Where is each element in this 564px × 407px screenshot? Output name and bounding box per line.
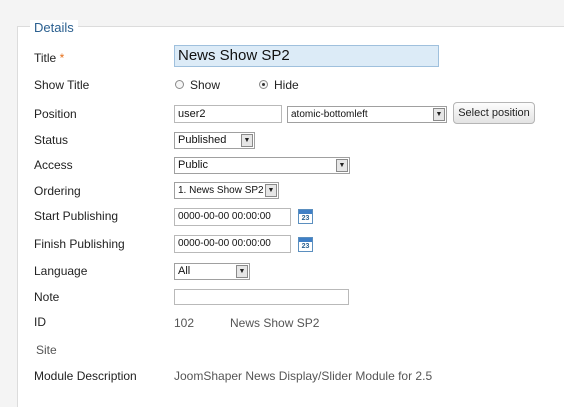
module-description-label: Module Description xyxy=(34,369,137,383)
start-calendar-icon[interactable]: 23 xyxy=(298,209,313,224)
finish-calendar-icon[interactable]: 23 xyxy=(298,237,313,252)
position-select[interactable]: atomic-bottomleft ▼ xyxy=(287,106,447,123)
required-mark: * xyxy=(59,51,65,65)
id-value: 102 xyxy=(174,316,195,330)
position-select-value: atomic-bottomleft xyxy=(291,109,368,120)
title-input[interactable]: News Show SP2 xyxy=(174,45,439,67)
id-label: ID xyxy=(34,315,46,329)
start-publishing-input[interactable]: 0000-00-00 00:00:00 xyxy=(174,208,291,226)
status-select[interactable]: Published ▼ xyxy=(174,132,255,149)
start-publishing-label: Start Publishing xyxy=(34,209,119,223)
access-label: Access xyxy=(34,158,73,172)
access-select[interactable]: Public ▼ xyxy=(174,157,350,174)
note-input[interactable] xyxy=(174,289,349,305)
select-position-button[interactable]: Select position xyxy=(453,102,535,124)
note-label: Note xyxy=(34,290,60,304)
chevron-down-icon: ▼ xyxy=(336,159,348,172)
finish-publishing-label: Finish Publishing xyxy=(34,237,125,251)
position-input[interactable]: user2 xyxy=(174,105,282,123)
show-radio-label[interactable]: Show xyxy=(190,78,220,92)
site-label: Site xyxy=(36,343,57,357)
language-select-value: All xyxy=(178,265,191,277)
language-label: Language xyxy=(34,264,88,278)
chevron-down-icon: ▼ xyxy=(236,265,248,278)
module-description-value: JoomShaper News Display/Slider Module fo… xyxy=(174,369,433,383)
hide-radio-icon[interactable] xyxy=(259,80,268,89)
show-radio-icon[interactable] xyxy=(175,80,184,89)
language-select[interactable]: All ▼ xyxy=(174,263,250,280)
status-select-value: Published xyxy=(178,134,227,146)
ordering-label: Ordering xyxy=(34,184,81,198)
section-legend: Details xyxy=(30,20,78,35)
ordering-select[interactable]: 1. News Show SP2 ▼ xyxy=(174,182,279,199)
chevron-down-icon: ▼ xyxy=(433,108,445,121)
ordering-select-value: 1. News Show SP2 xyxy=(178,185,264,196)
chevron-down-icon: ▼ xyxy=(241,134,253,147)
show-title-label: Show Title xyxy=(34,78,90,92)
access-select-value: Public xyxy=(178,159,208,171)
module-name-value: News Show SP2 xyxy=(230,316,320,330)
chevron-down-icon: ▼ xyxy=(265,184,277,197)
title-label: Title * xyxy=(34,51,65,65)
position-label: Position xyxy=(34,107,77,121)
status-label: Status xyxy=(34,133,69,147)
finish-publishing-input[interactable]: 0000-00-00 00:00:00 xyxy=(174,235,291,253)
hide-radio-label[interactable]: Hide xyxy=(274,78,299,92)
